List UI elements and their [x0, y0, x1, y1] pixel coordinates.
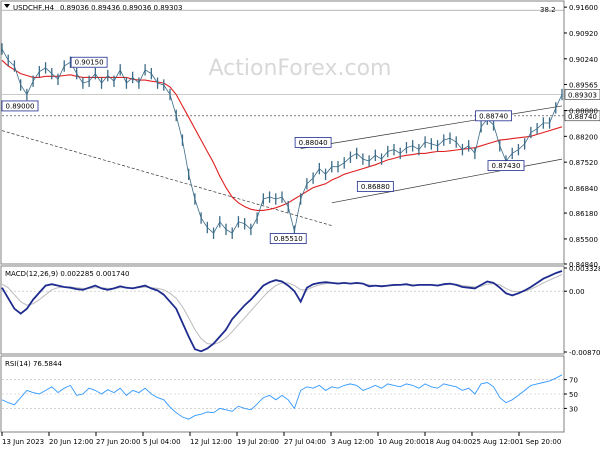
- current-price-tag: 0.89303: [568, 91, 597, 99]
- price-axis-label: 0.90920: [569, 30, 598, 38]
- price-axis-label: 0.90240: [569, 56, 598, 64]
- x-axis-label: 3 Aug 12:00: [331, 438, 374, 446]
- macd-axis-label: -0.008707: [569, 349, 600, 357]
- watermark: ActionForex.com: [209, 56, 392, 81]
- price-annotation-label: 0.89000: [6, 102, 35, 110]
- ma-line: [1, 59, 563, 211]
- price-axis-label: 0.85500: [569, 236, 598, 244]
- x-axis-label: 27 Jul 04:00: [284, 438, 326, 446]
- price-annotation-label: 0.85510: [274, 235, 303, 243]
- channel-lower-line: [331, 158, 563, 204]
- macd-axis-label: 0.00: [569, 288, 585, 296]
- macd-axis-label: 0.003328: [569, 265, 600, 273]
- price-axis-label: 0.91600: [569, 4, 598, 12]
- rsi-axis-label: 50: [569, 391, 578, 399]
- rsi-axis-label: 30: [569, 405, 578, 413]
- macd-panel-frame: [0, 265, 565, 355]
- x-axis-label: 5 Jul 04:00: [143, 438, 181, 446]
- x-axis-label: 19 Jul 20:00: [237, 438, 279, 446]
- price-annotation-label: 0.88040: [299, 139, 328, 147]
- price-annotation-label: 0.86880: [361, 183, 390, 191]
- price-axis-label: 0.87520: [569, 159, 598, 167]
- x-axis-label: 10 Aug 20:00: [378, 438, 425, 446]
- x-axis-label: 13 Jun 2023: [2, 438, 44, 446]
- price-annotation-label: 0.88740: [479, 112, 508, 120]
- x-axis-label: 27 Jun 20:00: [96, 438, 140, 446]
- symbol-header: USDCHF,H4: [13, 4, 55, 12]
- macd-signal-line: [1, 274, 563, 345]
- chart-svg: ActionForex.com USDCHF,H4 0.89036 0.8943…: [0, 0, 600, 446]
- x-axis-label: 18 Aug 04:00: [425, 438, 472, 446]
- collapse-triangle-icon[interactable]: [4, 4, 10, 8]
- rsi-title: RSI(14) 76.5844: [5, 360, 62, 368]
- x-axis-label: 20 Jun 12:00: [49, 438, 93, 446]
- price-axis-label: 0.86180: [569, 210, 598, 218]
- x-axis-label: 1 Sep 20:00: [519, 438, 561, 446]
- price-axis-label: 0.88200: [569, 133, 598, 141]
- price-axis-label: 0.88880: [569, 107, 598, 115]
- rsi-axis-label: 70: [569, 377, 578, 385]
- price-axis-label: 0.89565: [569, 81, 598, 89]
- price-axis-label: 0.86840: [569, 185, 598, 193]
- ohlc-header: 0.89036 0.89436 0.89036 0.89303: [60, 4, 182, 12]
- rsi-line: [1, 374, 563, 420]
- x-axis-label: 25 Aug 12:00: [472, 438, 519, 446]
- price-annotation-label: 0.90150: [75, 59, 104, 67]
- macd-title: MACD(12,26,9) 0.002285 0.001740: [5, 270, 129, 278]
- forex-chart: ActionForex.com USDCHF,H4 0.89036 0.8943…: [0, 0, 600, 450]
- x-axis-label: 12 Jul 12:00: [190, 438, 232, 446]
- descending-trendline: [1, 130, 332, 226]
- price-annotation-label: 0.87430: [492, 162, 521, 170]
